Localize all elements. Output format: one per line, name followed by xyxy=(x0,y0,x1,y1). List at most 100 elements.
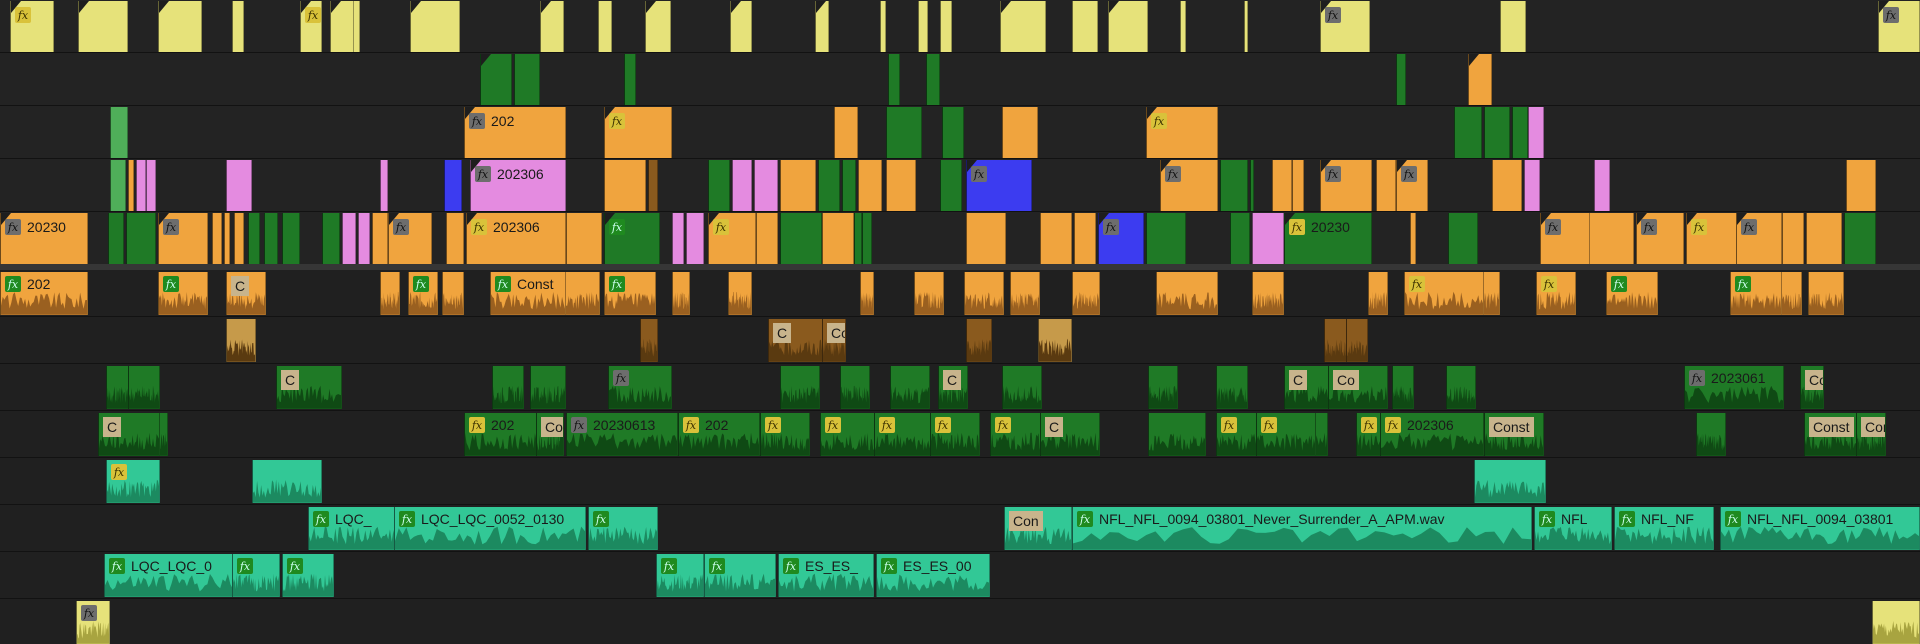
video-clip[interactable]: fx xyxy=(1146,107,1218,158)
audio-clip[interactable] xyxy=(1148,366,1178,409)
video-clip[interactable] xyxy=(78,1,128,52)
audio-clip[interactable]: fx xyxy=(760,413,810,456)
fx-badge-icon[interactable]: fx xyxy=(713,219,729,235)
fx-badge-icon[interactable]: fx xyxy=(935,417,951,433)
fx-badge-icon[interactable]: fx xyxy=(287,558,303,574)
audio-clip[interactable] xyxy=(1808,272,1844,315)
video-clip[interactable]: fx xyxy=(966,160,1032,211)
audio-clip[interactable]: C xyxy=(1040,413,1100,456)
video-clip[interactable] xyxy=(1492,160,1522,211)
fx-badge-icon[interactable]: fx xyxy=(5,276,21,292)
audio-clip[interactable]: Con xyxy=(1800,366,1824,409)
video-clip[interactable]: fx 202306 xyxy=(466,213,566,264)
video-track-v5[interactable] xyxy=(0,0,1920,53)
audio-clip[interactable]: C xyxy=(938,366,968,409)
audio-clip[interactable]: fx 2023061 xyxy=(1684,366,1784,409)
video-clip[interactable] xyxy=(1484,107,1510,158)
video-clip[interactable] xyxy=(888,54,900,105)
video-clip[interactable] xyxy=(1002,107,1038,158)
video-clip[interactable] xyxy=(858,160,882,211)
fx-badge-icon[interactable]: fx xyxy=(1689,370,1705,386)
audio-clip[interactable]: fx xyxy=(874,413,934,456)
video-clip[interactable] xyxy=(1040,213,1072,264)
audio-clip[interactable] xyxy=(640,319,658,362)
fx-badge-icon[interactable]: fx xyxy=(1619,511,1635,527)
video-clip[interactable] xyxy=(1292,160,1304,211)
video-clip[interactable] xyxy=(136,160,146,211)
audio-clip[interactable]: Con xyxy=(1856,413,1886,456)
audio-clip[interactable]: Const xyxy=(1484,413,1544,456)
video-clip[interactable] xyxy=(880,1,886,52)
video-clip[interactable] xyxy=(886,107,922,158)
fx-badge-icon[interactable]: fx xyxy=(15,7,31,23)
fx-badge-icon[interactable]: fx xyxy=(81,605,97,621)
video-clip[interactable]: fx xyxy=(604,107,672,158)
video-clip[interactable] xyxy=(940,160,962,211)
audio-clip[interactable]: fx NFL_NF xyxy=(1614,507,1714,550)
video-clip[interactable] xyxy=(1468,54,1492,105)
audio-clip[interactable]: fx xyxy=(704,554,776,597)
video-clip[interactable] xyxy=(780,160,816,211)
video-clip[interactable] xyxy=(815,1,829,52)
audio-clip[interactable]: fx 20230613 xyxy=(566,413,678,456)
audio-clip[interactable]: fx xyxy=(930,413,980,456)
video-clip[interactable] xyxy=(780,213,822,264)
video-clip[interactable]: fx xyxy=(604,213,660,264)
video-clip[interactable] xyxy=(224,213,230,264)
video-clip[interactable] xyxy=(940,1,952,52)
audio-clip[interactable]: Co xyxy=(822,319,846,362)
fx-badge-icon[interactable]: fx xyxy=(661,558,677,574)
video-clip[interactable]: fx 202 xyxy=(464,107,566,158)
audio-clip[interactable]: fx xyxy=(1536,272,1576,315)
audio-clip[interactable] xyxy=(860,272,874,315)
video-clip[interactable] xyxy=(886,160,916,211)
video-clip[interactable]: fx xyxy=(1540,213,1590,264)
fx-badge-icon[interactable]: fx xyxy=(995,417,1011,433)
video-clip[interactable] xyxy=(146,160,156,211)
video-clip[interactable]: fx xyxy=(1320,160,1372,211)
video-clip[interactable]: fx xyxy=(708,213,756,264)
video-clip[interactable] xyxy=(282,213,300,264)
fx-badge-icon[interactable]: fx xyxy=(475,166,491,182)
fx-badge-icon[interactable]: fx xyxy=(609,113,625,129)
audio-clip[interactable]: fx 202 xyxy=(464,413,542,456)
audio-clip[interactable]: fx xyxy=(1730,272,1782,315)
video-clip[interactable] xyxy=(1000,1,1046,52)
video-clip[interactable] xyxy=(1272,160,1292,211)
video-clip[interactable] xyxy=(444,160,462,211)
video-clip[interactable] xyxy=(322,213,340,264)
video-clip[interactable] xyxy=(1844,213,1876,264)
fx-badge-icon[interactable]: fx xyxy=(1385,417,1401,433)
fx-badge-icon[interactable]: fx xyxy=(313,511,329,527)
fx-badge-icon[interactable]: fx xyxy=(399,511,415,527)
audio-clip[interactable]: C xyxy=(226,272,266,315)
video-clip[interactable] xyxy=(1220,160,1248,211)
audio-clip[interactable] xyxy=(914,272,944,315)
video-clip[interactable] xyxy=(730,1,752,52)
fx-badge-icon[interactable]: fx xyxy=(879,417,895,433)
audio-clip[interactable]: fx LQC_ xyxy=(308,507,398,550)
audio-clip[interactable] xyxy=(1324,319,1348,362)
video-clip[interactable] xyxy=(942,107,964,158)
video-clip[interactable] xyxy=(480,54,512,105)
audio-clip[interactable]: C xyxy=(276,366,342,409)
audio-clip[interactable] xyxy=(1696,413,1726,456)
fx-badge-icon[interactable]: fx xyxy=(1409,276,1425,292)
audio-clip[interactable]: fx xyxy=(608,366,672,409)
video-clip[interactable] xyxy=(1244,1,1248,52)
audio-clip[interactable] xyxy=(1216,366,1248,409)
video-clip[interactable] xyxy=(128,160,134,211)
video-clip[interactable] xyxy=(514,54,540,105)
video-clip[interactable]: fx xyxy=(388,213,432,264)
audio-clip[interactable] xyxy=(106,366,130,409)
video-clip[interactable] xyxy=(1806,213,1842,264)
video-clip[interactable] xyxy=(1376,160,1396,211)
audio-clip[interactable] xyxy=(492,366,524,409)
video-clip[interactable] xyxy=(1252,213,1284,264)
audio-clip[interactable]: fx LQC_LQC_0052_0130 xyxy=(394,507,586,550)
video-clip[interactable] xyxy=(1250,160,1254,211)
audio-clip[interactable]: fx 202 xyxy=(678,413,760,456)
video-clip[interactable] xyxy=(926,54,940,105)
video-clip[interactable] xyxy=(212,213,222,264)
audio-clip[interactable]: fx xyxy=(604,272,656,315)
